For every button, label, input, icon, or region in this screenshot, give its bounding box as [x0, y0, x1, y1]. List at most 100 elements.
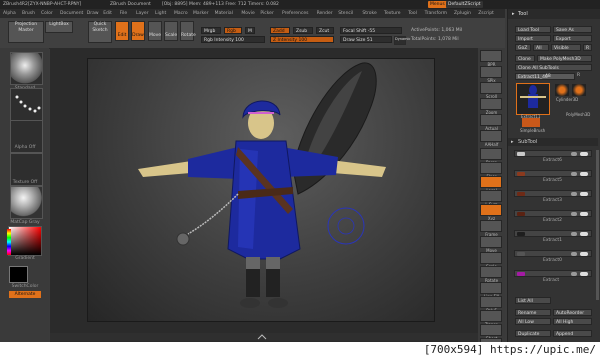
edit-mode-button[interactable]: Edit: [115, 21, 129, 41]
duplicate-button[interactable]: Duplicate: [515, 330, 551, 337]
right-shelf-frame-button[interactable]: [480, 220, 502, 232]
subtool-polypaint-icon[interactable]: [571, 232, 577, 236]
projection-master-button[interactable]: Projection Master: [8, 21, 44, 43]
alternate-button[interactable]: Alternate: [9, 291, 41, 298]
dynamic-toggle[interactable]: Dynamic: [394, 36, 410, 45]
subtool-visibility-eye-icon[interactable]: [580, 252, 588, 256]
import-button[interactable]: Import: [515, 35, 551, 42]
right-shelf-rotate-button[interactable]: [480, 266, 502, 278]
right-shelf-bpr-button[interactable]: [480, 50, 502, 62]
save-as-button[interactable]: Save As: [553, 26, 592, 33]
subtool-polypaint-icon[interactable]: [571, 192, 577, 196]
right-shelf-polyf-button[interactable]: [480, 296, 502, 308]
clone-button[interactable]: Clone: [515, 55, 535, 62]
append-button[interactable]: Append: [553, 330, 592, 337]
default-zscript-button[interactable]: DefaultZScript: [446, 1, 483, 8]
subtool-header[interactable]: ▸ SubTool: [508, 138, 598, 146]
subtool-row[interactable]: [514, 150, 592, 157]
hue-strip[interactable]: [7, 229, 11, 255]
menu-preferences[interactable]: Preferences: [282, 11, 308, 16]
material-picker[interactable]: [10, 186, 43, 219]
menu-picker[interactable]: Picker: [260, 11, 273, 16]
subtool-row[interactable]: [514, 170, 592, 177]
right-shelf-move-button[interactable]: [480, 236, 502, 248]
subtool-polypaint-icon[interactable]: [571, 252, 577, 256]
right-shelf-floor-button[interactable]: [480, 162, 502, 174]
menu-movie[interactable]: Movie: [241, 11, 254, 16]
right-shelf-persp-button[interactable]: [480, 148, 502, 160]
main-color-swatch[interactable]: [9, 266, 28, 283]
menu-layer[interactable]: Layer: [136, 11, 149, 16]
menu-stencil[interactable]: Stencil: [338, 11, 353, 16]
list-all-button[interactable]: List All: [515, 297, 551, 304]
right-shelf-scale-button[interactable]: [480, 252, 502, 264]
draw-size-slider[interactable]: Draw Size 51: [340, 36, 392, 43]
scale-mode-button[interactable]: Scale: [164, 21, 178, 41]
right-shelf-scroll-button[interactable]: [480, 82, 502, 94]
right-shelf-actual-button[interactable]: [480, 114, 502, 126]
zadd-toggle[interactable]: Zadd: [270, 27, 290, 34]
stroke-picker[interactable]: [10, 88, 43, 121]
active-tool-thumbnail[interactable]: [516, 83, 550, 115]
r-icon[interactable]: R: [577, 73, 580, 78]
menus-toggle[interactable]: Menus: [428, 1, 447, 8]
color-picker[interactable]: [7, 226, 42, 256]
zcut-toggle[interactable]: Zcut: [316, 27, 334, 34]
move-mode-button[interactable]: Move: [148, 21, 162, 41]
focal-shift-slider[interactable]: Focal Shift -55: [340, 27, 402, 34]
subtool-visibility-eye-icon[interactable]: [580, 212, 588, 216]
menu-texture[interactable]: Texture: [384, 11, 400, 16]
subtool-visibility-eye-icon[interactable]: [580, 232, 588, 236]
right-shelf-l-sym-button[interactable]: [480, 190, 502, 202]
menu-color[interactable]: Color: [41, 11, 53, 16]
quick-sketch-button[interactable]: Quick Sketch: [88, 21, 112, 43]
right-shelf-line-fill-button[interactable]: [480, 282, 502, 294]
subtool-visibility-eye-icon[interactable]: [580, 192, 588, 196]
subtool-polypaint-icon[interactable]: [571, 152, 577, 156]
subtool-visibility-eye-icon[interactable]: [580, 172, 588, 176]
right-shelf-spix-button[interactable]: [480, 66, 502, 78]
goz-button[interactable]: GoZ: [515, 44, 531, 51]
menu-zplugin[interactable]: Zplugin: [454, 11, 471, 16]
polymesh-tool-thumb[interactable]: [572, 84, 586, 96]
expand-bottom-icon[interactable]: [256, 333, 268, 341]
menu-file[interactable]: File: [120, 11, 128, 16]
goz-visible-button[interactable]: Visible: [551, 44, 581, 51]
brush-picker[interactable]: [10, 52, 43, 85]
subtool-row[interactable]: [514, 230, 592, 237]
menu-material[interactable]: Material: [215, 11, 233, 16]
m-toggle[interactable]: M: [245, 27, 255, 34]
document-canvas[interactable]: [87, 58, 435, 322]
right-shelf-aahalf-button[interactable]: [480, 130, 502, 142]
goz-r-button[interactable]: R: [583, 44, 592, 51]
export-button[interactable]: Export: [553, 35, 592, 42]
subtool-visibility-eye-icon[interactable]: [580, 272, 588, 276]
zsub-toggle[interactable]: Zsub: [293, 27, 313, 34]
menu-draw[interactable]: Draw: [87, 11, 99, 16]
right-shelf-ghost-button[interactable]: [480, 324, 502, 336]
right-shelf-zoom-button[interactable]: [480, 98, 502, 110]
rename-button[interactable]: Rename: [515, 309, 551, 316]
z-intensity-slider[interactable]: Z Intensity 100: [270, 36, 334, 43]
cylinder-tool-thumb[interactable]: [555, 84, 569, 96]
make-polymesh-button[interactable]: Make PolyMesh3D: [537, 55, 592, 62]
clone-all-subtools-button[interactable]: Clone All SubTools: [515, 64, 592, 71]
right-shelf-transp-button[interactable]: [480, 310, 502, 322]
right-shelf-local-button[interactable]: [480, 176, 502, 188]
rgb-intensity-slider[interactable]: Rgb Intensity 100: [201, 36, 265, 43]
menu-edit[interactable]: Edit: [103, 11, 112, 16]
simplebrush-thumb[interactable]: [522, 118, 540, 127]
subtool-row[interactable]: [514, 270, 592, 277]
goz-all-button[interactable]: All: [533, 44, 549, 51]
subtool-row[interactable]: [514, 210, 592, 217]
rotate-mode-button[interactable]: Rotate: [180, 21, 196, 41]
lightbox-button[interactable]: LightBox: [45, 21, 73, 33]
menu-macro[interactable]: Macro: [174, 11, 188, 16]
all-low-button[interactable]: All Low: [515, 318, 551, 325]
subtool-polypaint-icon[interactable]: [571, 212, 577, 216]
subtool-polypaint-icon[interactable]: [571, 172, 577, 176]
menu-render[interactable]: Render: [317, 11, 333, 16]
menu-alpha[interactable]: Alpha: [3, 11, 16, 16]
switch-color-caption[interactable]: SwitchColor: [4, 284, 46, 289]
subtool-scrollbar[interactable]: [596, 150, 599, 300]
